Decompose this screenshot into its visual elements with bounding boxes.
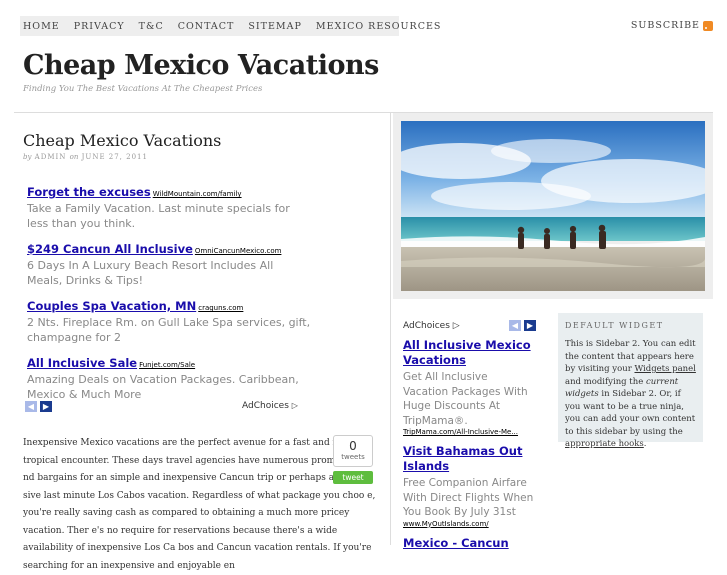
tweet-count: 0 bbox=[349, 439, 357, 453]
ad-title-link[interactable]: Forget the excuses bbox=[27, 185, 151, 199]
tweet-count-label: tweets bbox=[341, 453, 365, 461]
ad-url-link[interactable]: WildMountain.com/family bbox=[153, 190, 242, 198]
sidebar-ad-url-link[interactable]: TripMama.com/All-Inclusive-Me... bbox=[403, 428, 536, 436]
ad-title-link[interactable]: All Inclusive Sale bbox=[27, 356, 137, 370]
beach-photo bbox=[401, 121, 705, 291]
nav-sitemap[interactable]: SITEMAP bbox=[241, 21, 309, 32]
ad-block: Forget the excuses WildMountain.com/famil… bbox=[27, 181, 312, 409]
sidebar-ad-description: Get All Inclusive Vacation Packages With… bbox=[403, 371, 528, 427]
subscribe-link[interactable]: SUBSCRIBE bbox=[631, 20, 713, 31]
nav-privacy[interactable]: PRIVACY bbox=[67, 21, 132, 32]
sidebar-ad-description: Free Companion Airfare With Direct Fligh… bbox=[403, 477, 534, 518]
tweet-counter: 0 tweets bbox=[333, 435, 373, 467]
default-widget: Default Widget This is Sidebar 2. You ca… bbox=[558, 313, 703, 449]
widget-title: Default Widget bbox=[565, 321, 664, 330]
site-tagline: Finding You The Best Vacations At The Ch… bbox=[23, 84, 263, 94]
rss-icon bbox=[703, 20, 713, 31]
sidebar-ad-title-link[interactable]: Mexico - Cancun bbox=[403, 536, 536, 551]
ad-title-link[interactable]: Couples Spa Vacation, MN bbox=[27, 299, 196, 313]
ad-url-link[interactable]: OmniCancunMexico.com bbox=[195, 247, 282, 255]
sidebar-ad-item: Mexico - Cancun bbox=[403, 536, 536, 551]
post-date: JUNE 27, 2011 bbox=[81, 153, 148, 161]
sidebar-ad-url-link[interactable]: www.MyOutIslands.com/ bbox=[403, 520, 536, 528]
chevron-left-icon[interactable]: ◀ bbox=[25, 401, 37, 412]
widgets-panel-link[interactable]: Widgets panel bbox=[634, 364, 695, 374]
site-title[interactable]: Cheap Mexico Vacations bbox=[23, 50, 379, 81]
nav-contact[interactable]: CONTACT bbox=[171, 21, 242, 32]
nav-terms[interactable]: T&C bbox=[132, 21, 171, 32]
sidebar-ad-header: AdChoices ▷ ◀ ▶ bbox=[403, 320, 536, 331]
main-content: Cheap Mexico Vacations by ADMIN on JUNE … bbox=[14, 113, 391, 571]
tweet-widget: 0 tweets tweet bbox=[333, 435, 375, 484]
post-body: Inexpensive Mexico vacations are the per… bbox=[23, 438, 376, 571]
appropriate-hooks-link[interactable]: appropriate hooks bbox=[565, 439, 644, 449]
ad-item: Forget the excuses WildMountain.com/famil… bbox=[27, 181, 312, 231]
nav-home[interactable]: HOME bbox=[23, 21, 67, 32]
adchoices-icon: ▷ bbox=[452, 320, 460, 331]
ad-description: 2 Nts. Fireplace Rm. on Gull Lake Spa se… bbox=[27, 316, 311, 344]
chevron-right-icon[interactable]: ▶ bbox=[40, 401, 52, 412]
ad-item: $249 Cancun All Inclusive OmniCancunMexic… bbox=[27, 238, 312, 288]
sidebar-ad-pager: ◀ ▶ bbox=[509, 320, 536, 331]
subscribe-label: SUBSCRIBE bbox=[630, 20, 700, 31]
tweet-button[interactable]: tweet bbox=[333, 471, 373, 484]
sidebar-ad-title-link[interactable]: Visit Bahamas Out Islands bbox=[403, 444, 536, 474]
ad-url-link[interactable]: craguns.com bbox=[198, 304, 243, 312]
sidebar-ads: AdChoices ▷ ◀ ▶ All Inclusive Mexico Vac… bbox=[403, 320, 536, 559]
sidebar-adchoices-link[interactable]: AdChoices ▷ bbox=[403, 321, 460, 331]
sidebar-ad-item: All Inclusive Mexico Vacations Get All I… bbox=[403, 338, 536, 436]
sidebar-ad-item: Visit Bahamas Out Islands Free Companion… bbox=[403, 444, 536, 528]
ad-title-link[interactable]: $249 Cancun All Inclusive bbox=[27, 242, 193, 256]
ad-description: Amazing Deals on Vacation Packages. Cari… bbox=[27, 373, 299, 401]
post-byline: by ADMIN on JUNE 27, 2011 bbox=[23, 153, 148, 161]
adchoices-link[interactable]: AdChoices ▷ bbox=[242, 401, 298, 411]
ad-item: All Inclusive Sale Funjet.com/Sale Amazin… bbox=[27, 352, 312, 402]
ad-description: Take a Family Vacation. Last minute spec… bbox=[27, 202, 290, 230]
nav-mexico-resources[interactable]: MEXICO RESOURCES bbox=[309, 21, 449, 32]
header-photo bbox=[393, 113, 713, 299]
widget-text: This is Sidebar 2. You can edit the cont… bbox=[565, 339, 696, 449]
ad-pager: ◀ ▶ bbox=[25, 401, 52, 412]
adchoices-icon: ▷ bbox=[291, 401, 298, 410]
sidebar-ad-title-link[interactable]: All Inclusive Mexico Vacations bbox=[403, 338, 536, 368]
post-title[interactable]: Cheap Mexico Vacations bbox=[23, 131, 221, 150]
ad-url-link[interactable]: Funjet.com/Sale bbox=[139, 361, 195, 369]
ad-item: Couples Spa Vacation, MN craguns.com 2 Nt… bbox=[27, 295, 312, 345]
ad-description: 6 Days In A Luxury Beach Resort Includes… bbox=[27, 259, 274, 287]
chevron-left-icon[interactable]: ◀ bbox=[509, 320, 521, 331]
top-navigation: HOME PRIVACY T&C CONTACT SITEMAP MEXICO … bbox=[20, 16, 440, 36]
post-author[interactable]: ADMIN bbox=[35, 153, 67, 161]
chevron-right-icon[interactable]: ▶ bbox=[524, 320, 536, 331]
